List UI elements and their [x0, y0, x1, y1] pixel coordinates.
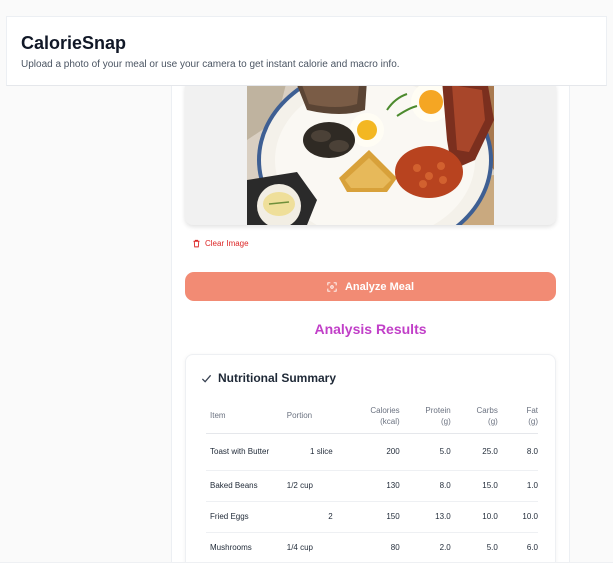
cell-fat: 8.0 — [497, 433, 538, 471]
app-header: CalorieSnap Upload a photo of your meal … — [6, 16, 607, 86]
summary-heading: Nutritional Summary — [201, 371, 336, 385]
cell-protein: 8.0 — [399, 470, 451, 502]
column-header-carbs: Carbs (g) — [450, 399, 498, 434]
table-row: Baked Beans 1/2 cup 130 8.0 15.0 1.0 — [206, 470, 538, 502]
trash-icon — [193, 239, 200, 247]
column-header-portion: Portion — [286, 399, 341, 434]
cell-fat: 1.0 — [497, 470, 538, 502]
column-header-protein: Protein (g) — [399, 399, 451, 434]
cell-item: Baked Beans — [206, 470, 287, 502]
cell-fat: 10.0 — [497, 501, 538, 533]
cell-protein: 13.0 — [399, 501, 451, 533]
app-title: CalorieSnap — [21, 33, 127, 53]
clear-image-label: Clear Image — [205, 238, 249, 248]
cell-calories: 150 — [340, 501, 400, 533]
cell-calories: 80 — [340, 532, 400, 564]
footer-strip — [0, 562, 613, 573]
cell-item: Fried Eggs — [206, 501, 287, 533]
meal-photo — [247, 80, 494, 225]
column-header-item: Item — [206, 399, 287, 434]
nutrition-table: Item Portion Calories (kcal) Protein (g)… — [206, 399, 538, 564]
check-icon — [201, 374, 212, 383]
page: CalorieSnap Upload a photo of your meal … — [0, 0, 613, 573]
column-header-fat: Fat (g) — [497, 399, 538, 434]
results-card: Nutritional Summary Item Portion Calorie… — [185, 354, 556, 573]
analyze-meal-label: Analyze Meal — [344, 280, 415, 293]
cell-protein: 5.0 — [399, 433, 451, 471]
analyze-meal-button[interactable]: Analyze Meal — [185, 272, 556, 301]
column-header-calories: Calories (kcal) — [340, 399, 400, 434]
cell-carbs: 5.0 — [450, 532, 498, 564]
cell-portion: 2 — [286, 501, 341, 533]
cell-portion: 1 slice — [286, 433, 341, 471]
cell-carbs: 25.0 — [450, 433, 498, 471]
table-header-row: Item Portion Calories (kcal) Protein (g)… — [206, 399, 538, 434]
cell-carbs: 15.0 — [450, 470, 498, 502]
clear-image-button[interactable]: Clear Image — [192, 237, 249, 249]
summary-heading-label: Nutritional Summary — [218, 371, 337, 385]
cell-portion: 1/4 cup — [286, 532, 341, 564]
cell-item: Toast with Butter — [206, 433, 287, 471]
image-preview — [185, 80, 556, 225]
results-title: Analysis Results — [314, 321, 427, 337]
cell-calories: 130 — [340, 470, 400, 502]
table-row: Mushrooms 1/4 cup 80 2.0 5.0 6.0 — [206, 532, 538, 564]
cell-protein: 2.0 — [399, 532, 451, 564]
cell-carbs: 10.0 — [450, 501, 498, 533]
cell-portion: 1/2 cup — [286, 470, 341, 502]
scan-icon — [327, 281, 337, 292]
app-subtitle: Upload a photo of your meal or use your … — [21, 59, 400, 70]
cell-item: Mushrooms — [206, 532, 287, 564]
table-row: Toast with Butter 1 slice 200 5.0 25.0 8… — [206, 433, 538, 471]
cell-calories: 200 — [340, 433, 400, 471]
table-row: Fried Eggs 2 150 13.0 10.0 10.0 — [206, 501, 538, 533]
cell-fat: 6.0 — [497, 532, 538, 564]
